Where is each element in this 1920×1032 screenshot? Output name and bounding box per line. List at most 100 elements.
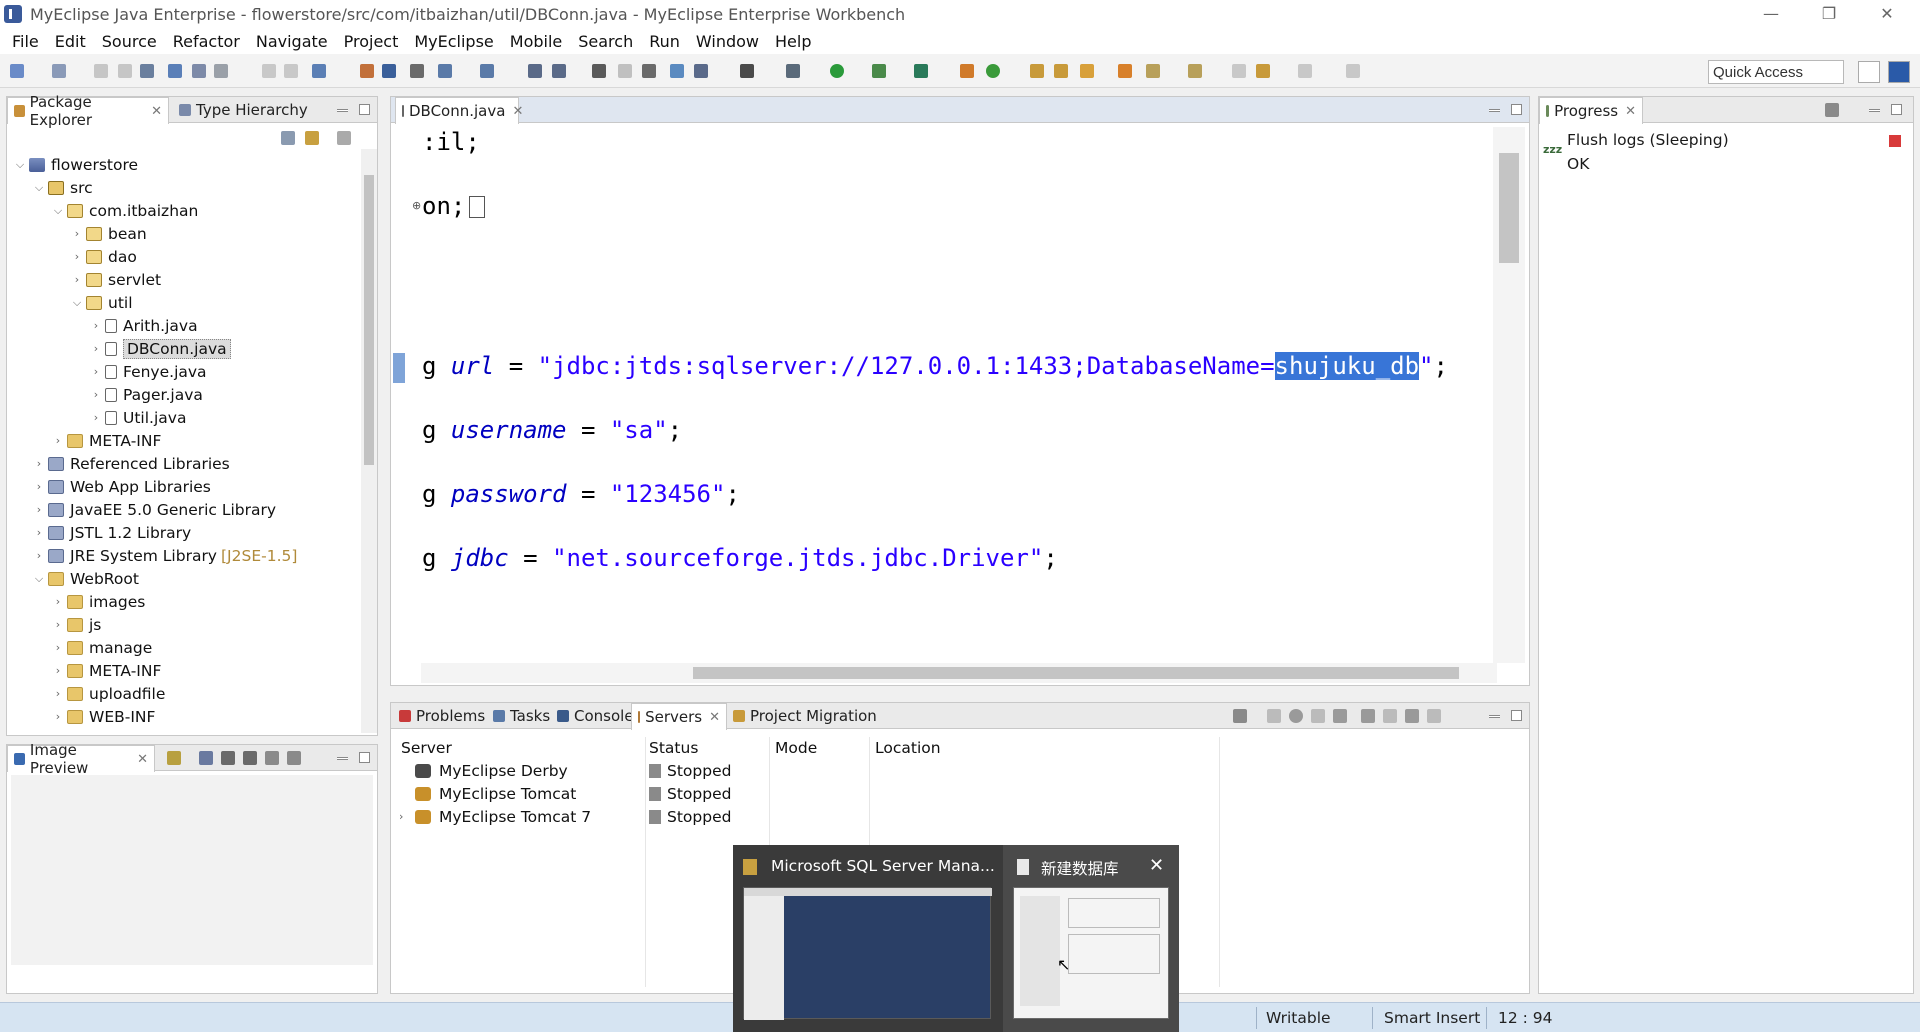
myeclipse-perspective-icon[interactable] — [1888, 61, 1910, 83]
editor-hscroll-thumb[interactable] — [693, 667, 1459, 679]
folded-code-marker[interactable] — [469, 196, 486, 218]
minimize-progress-icon[interactable] — [1869, 109, 1880, 112]
chevron-right-icon[interactable]: › — [70, 273, 84, 286]
maximize-editor-icon[interactable] — [1511, 104, 1522, 115]
minimize-button[interactable]: — — [1748, 2, 1794, 26]
hierarchy-icon[interactable] — [528, 64, 542, 78]
close-package-explorer-icon[interactable]: ✕ — [151, 104, 162, 119]
menu-project[interactable]: Project — [336, 32, 407, 51]
tree-item[interactable]: › JSTL 1.2 Library — [32, 521, 191, 544]
forward-icon[interactable] — [1298, 64, 1312, 78]
tab-package-explorer[interactable]: Package Explorer ✕ — [7, 93, 169, 129]
chevron-right-icon[interactable]: › — [32, 503, 46, 516]
expand-tomcat7-icon[interactable]: › — [399, 810, 415, 823]
column-server[interactable]: Server — [401, 739, 452, 757]
menu-edit[interactable]: Edit — [47, 32, 94, 51]
tree-item[interactable]: › Pager.java — [89, 383, 203, 406]
menu-file[interactable]: File — [4, 32, 47, 51]
chevron-down-icon[interactable]: ⌵ — [32, 181, 46, 195]
chevron-right-icon[interactable]: › — [51, 595, 65, 608]
chevron-right-icon[interactable]: › — [89, 388, 103, 401]
tab-dbconn-java[interactable]: DBConn.java ✕ — [395, 97, 523, 124]
chevron-right-icon[interactable]: › — [51, 710, 65, 723]
open-perspective-icon[interactable] — [1858, 61, 1880, 83]
tree-item[interactable]: › Arith.java — [89, 314, 198, 337]
save-icon[interactable] — [94, 64, 108, 78]
new-class-icon[interactable] — [986, 64, 1000, 78]
zoom-out-icon[interactable] — [221, 751, 235, 765]
minimize-servers-icon[interactable] — [1489, 715, 1500, 718]
tab-problems[interactable]: Problems — [393, 703, 491, 729]
tree-item[interactable]: › manage — [51, 636, 153, 659]
close-servers-icon[interactable]: ✕ — [709, 710, 720, 725]
wrench-icon[interactable] — [214, 64, 228, 78]
chevron-right-icon[interactable]: › — [32, 480, 46, 493]
server-row-tomcat[interactable]: MyEclipse Tomcat — [415, 782, 576, 805]
tree-item[interactable]: › dao — [70, 245, 137, 268]
tree-item[interactable]: › Util.java — [89, 406, 187, 429]
tab-image-preview[interactable]: Image Preview ✕ — [7, 741, 155, 777]
last-edit-icon[interactable] — [1232, 64, 1246, 78]
chevron-right-icon[interactable]: › — [51, 641, 65, 654]
close-editor-tab-icon[interactable]: ✕ — [512, 104, 523, 119]
editor-horizontal-scrollbar[interactable] — [421, 663, 1497, 683]
menu-window[interactable]: Window — [688, 32, 767, 51]
structure-icon[interactable] — [552, 64, 566, 78]
chevron-down-icon[interactable]: ⌵ — [32, 572, 46, 586]
maximize-image-preview-icon[interactable] — [359, 752, 370, 763]
chevron-right-icon[interactable]: › — [32, 526, 46, 539]
column-mode[interactable]: Mode — [775, 739, 817, 757]
menu-help[interactable]: Help — [767, 32, 819, 51]
ejb-icon[interactable] — [438, 64, 452, 78]
tree-item[interactable]: › DBConn.java — [89, 337, 231, 360]
menu-search[interactable]: Search — [570, 32, 641, 51]
tree-item[interactable]: › servlet — [70, 268, 161, 291]
image-icon[interactable] — [670, 64, 684, 78]
new-project-icon[interactable] — [52, 64, 66, 78]
collapse-all-icon[interactable] — [281, 131, 295, 145]
tree-item[interactable]: › images — [51, 590, 146, 613]
refresh-icon[interactable] — [642, 64, 656, 78]
editor-vertical-scrollbar[interactable] — [1493, 127, 1525, 663]
remove-all-jobs-icon[interactable] — [1825, 103, 1839, 117]
column-location[interactable]: Location — [875, 739, 941, 757]
minimize-editor-icon[interactable] — [1489, 109, 1500, 112]
browser-back-icon[interactable] — [618, 64, 632, 78]
deploy-icon[interactable] — [360, 64, 374, 78]
server-row-tomcat-7[interactable]: › MyEclipse Tomcat 7 — [399, 805, 591, 828]
prev-annotation-icon[interactable] — [1188, 64, 1202, 78]
chevron-down-icon[interactable]: ⌵ — [51, 204, 65, 218]
chevron-right-icon[interactable]: › — [89, 411, 103, 424]
close-window-button[interactable]: ✕ — [1864, 2, 1910, 26]
close-progress-icon[interactable]: ✕ — [1625, 104, 1636, 119]
chevron-right-icon[interactable]: › — [89, 365, 103, 378]
tree-item[interactable]: ⌵ WebRoot — [32, 567, 139, 590]
chevron-right-icon[interactable]: › — [32, 549, 46, 562]
menu-mobile[interactable]: Mobile — [502, 32, 570, 51]
fullscreen-icon[interactable] — [287, 751, 301, 765]
chevron-right-icon[interactable]: › — [51, 434, 65, 447]
stop-server-icon[interactable] — [1333, 709, 1347, 723]
globe-icon[interactable] — [592, 64, 606, 78]
save-all-icon[interactable] — [118, 64, 132, 78]
chevron-right-icon[interactable]: › — [89, 342, 103, 355]
camera-icon[interactable] — [740, 64, 754, 78]
zoom-in-icon[interactable] — [243, 751, 257, 765]
toggle-mark-icon[interactable] — [192, 64, 206, 78]
actual-size-icon[interactable] — [265, 751, 279, 765]
pin-editor-icon[interactable] — [1346, 64, 1360, 78]
minimize-view-icon[interactable] — [337, 109, 348, 112]
editor-vscroll-thumb[interactable] — [1499, 153, 1519, 263]
view-menu-icon[interactable] — [337, 131, 351, 145]
tab-project-migration[interactable]: Project Migration — [727, 703, 883, 729]
maximize-view-icon[interactable] — [359, 104, 370, 115]
tab-type-hierarchy[interactable]: Type Hierarchy — [173, 97, 314, 123]
profile-server-icon[interactable] — [1311, 709, 1325, 723]
chevron-down-icon[interactable]: ⌵ — [70, 296, 84, 310]
remove-deployment-icon[interactable] — [1383, 709, 1397, 723]
chevron-right-icon[interactable]: › — [51, 618, 65, 631]
chevron-right-icon[interactable]: › — [32, 457, 46, 470]
run-server-icon[interactable] — [410, 64, 424, 78]
select-image-icon[interactable] — [167, 751, 181, 765]
tree-item[interactable]: › JRE System Library [J2SE-1.5] — [32, 544, 298, 567]
